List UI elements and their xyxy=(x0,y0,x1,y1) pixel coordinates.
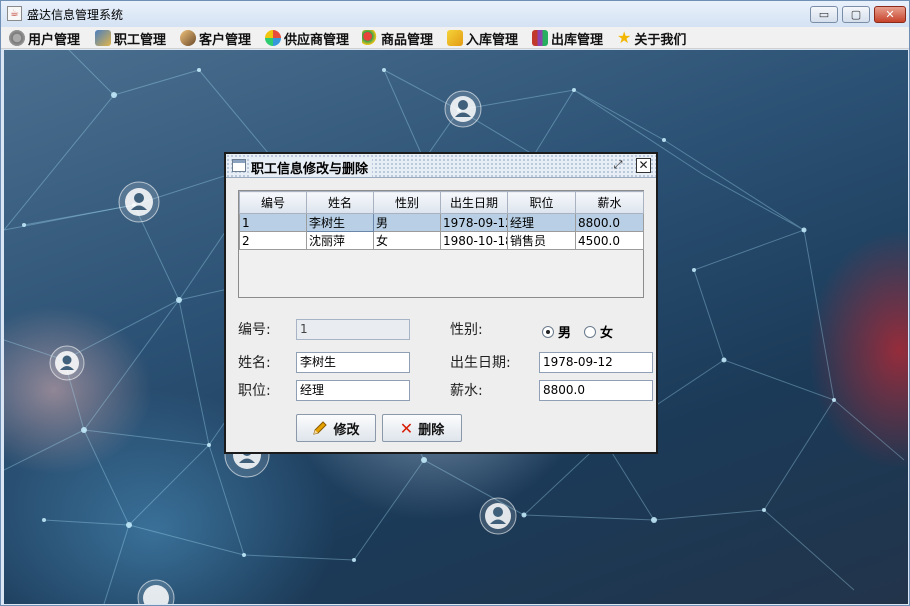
menu-supplier-management[interactable]: 供应商管理 xyxy=(265,29,350,48)
column-header-gender[interactable]: 性别 xyxy=(373,191,441,214)
radio-indicator xyxy=(542,325,554,338)
menu-user-management[interactable]: 用户管理 xyxy=(9,29,81,48)
employee-edit-dialog: 职工信息修改与删除 ⤢ ✕ 编号 姓名 性别 出生日期 职位 薪水 1 李树生 … xyxy=(224,152,658,454)
customer-icon xyxy=(180,30,196,46)
table-row[interactable]: 1 李树生 男 1978-09-12 经理 8800.0 xyxy=(239,213,644,232)
menu-label: 客户管理 xyxy=(199,32,252,48)
table-cell[interactable]: 1 xyxy=(239,213,307,232)
table-cell[interactable]: 经理 xyxy=(507,213,576,232)
radio-label: 男 xyxy=(558,326,572,341)
menu-employee-management[interactable]: 职工管理 xyxy=(95,29,167,48)
window-icon xyxy=(232,159,246,172)
menu-goods-management[interactable]: 商品管理 xyxy=(362,29,434,48)
gear-icon xyxy=(9,30,25,46)
table-cell[interactable]: 4500.0 xyxy=(575,231,644,250)
dialog-title-bar[interactable]: 职工信息修改与删除 ⤢ ✕ xyxy=(226,154,656,178)
table-cell[interactable]: 李树生 xyxy=(306,213,374,232)
name-label: 姓名: xyxy=(238,355,271,371)
menu-label: 入库管理 xyxy=(466,32,519,48)
minimize-button[interactable]: ▭ xyxy=(810,6,838,23)
gender-label: 性别: xyxy=(450,322,483,338)
position-label: 职位: xyxy=(238,383,271,399)
menu-label: 关于我们 xyxy=(634,32,687,48)
delete-x-icon: ✕ xyxy=(399,418,414,438)
menu-label: 供应商管理 xyxy=(284,32,350,48)
gender-female-radio[interactable]: 女 xyxy=(584,322,613,341)
table-cell[interactable]: 2 xyxy=(239,231,307,250)
id-label: 编号: xyxy=(238,322,271,338)
menu-stock-in-management[interactable]: 入库管理 xyxy=(447,29,519,48)
menu-label: 商品管理 xyxy=(381,32,434,48)
name-input[interactable]: 李树生 xyxy=(296,352,410,373)
id-field[interactable]: 1 xyxy=(296,319,410,340)
menu-customer-management[interactable]: 客户管理 xyxy=(180,29,252,48)
table-cell[interactable]: 1980-10-18 xyxy=(440,231,508,250)
table-cell[interactable]: 8800.0 xyxy=(575,213,644,232)
employee-icon xyxy=(95,30,111,46)
dialog-title: 职工信息修改与删除 xyxy=(251,158,373,177)
close-button[interactable]: ✕ xyxy=(874,6,906,23)
dialog-close-button[interactable]: ✕ xyxy=(636,158,651,173)
menu-bar: 用户管理 职工管理 客户管理 供应商管理 商品管理 入库管理 出库管理 ★ 关于 xyxy=(1,27,909,49)
column-header-id[interactable]: 编号 xyxy=(239,191,307,214)
table-cell[interactable]: 沈丽萍 xyxy=(306,231,374,250)
table-header-row: 编号 姓名 性别 出生日期 职位 薪水 xyxy=(239,191,644,214)
radio-label: 女 xyxy=(600,326,614,341)
position-input[interactable]: 经理 xyxy=(296,380,410,401)
delete-button-label: 删除 xyxy=(418,422,445,438)
modify-button[interactable]: 修改 xyxy=(296,414,376,442)
goods-icon xyxy=(362,30,378,46)
java-app-icon: ☕ xyxy=(7,6,22,21)
restore-button[interactable]: ⤢ xyxy=(610,158,626,173)
delete-button[interactable]: ✕ 删除 xyxy=(382,414,462,442)
table-row[interactable]: 2 沈丽萍 女 1980-10-18 销售员 4500.0 xyxy=(239,231,644,250)
stock-in-icon xyxy=(447,30,463,46)
title-bar[interactable]: ☕ 盛达信息管理系统 ▭ ▢ ✕ xyxy=(1,1,909,27)
main-window: ☕ 盛达信息管理系统 ▭ ▢ ✕ 用户管理 职工管理 客户管理 供应商管理 商品… xyxy=(0,0,910,606)
salary-input[interactable]: 8800.0 xyxy=(539,380,653,401)
employee-table-scrollpane[interactable]: 编号 姓名 性别 出生日期 职位 薪水 1 李树生 男 1978-09-12 经 xyxy=(238,190,644,298)
supplier-icon xyxy=(265,30,281,46)
table-cell[interactable]: 女 xyxy=(373,231,441,250)
table-cell[interactable]: 1978-09-12 xyxy=(440,213,508,232)
employee-table: 编号 姓名 性别 出生日期 职位 薪水 1 李树生 男 1978-09-12 经 xyxy=(239,191,644,250)
pencil-icon xyxy=(313,421,328,435)
table-cell[interactable]: 销售员 xyxy=(507,231,576,250)
star-icon: ★ xyxy=(617,28,632,47)
app-title: 盛达信息管理系统 xyxy=(27,8,124,22)
menu-label: 出库管理 xyxy=(551,32,604,48)
column-header-name[interactable]: 姓名 xyxy=(306,191,374,214)
gender-male-radio[interactable]: 男 xyxy=(542,322,571,341)
radio-indicator xyxy=(584,325,596,338)
salary-label: 薪水: xyxy=(450,383,483,399)
birthdate-label: 出生日期: xyxy=(450,355,511,371)
column-header-birthdate[interactable]: 出生日期 xyxy=(440,191,508,214)
stock-out-icon xyxy=(532,30,548,46)
menu-about-us[interactable]: ★ 关于我们 xyxy=(617,28,687,48)
menu-label: 用户管理 xyxy=(28,32,81,48)
column-header-salary[interactable]: 薪水 xyxy=(575,191,644,214)
column-header-position[interactable]: 职位 xyxy=(507,191,576,214)
table-cell[interactable]: 男 xyxy=(373,213,441,232)
menu-label: 职工管理 xyxy=(114,32,167,48)
menu-stock-out-management[interactable]: 出库管理 xyxy=(532,29,604,48)
maximize-button[interactable]: ▢ xyxy=(842,6,870,23)
birthdate-input[interactable]: 1978-09-12 xyxy=(539,352,653,373)
modify-button-label: 修改 xyxy=(333,422,360,438)
